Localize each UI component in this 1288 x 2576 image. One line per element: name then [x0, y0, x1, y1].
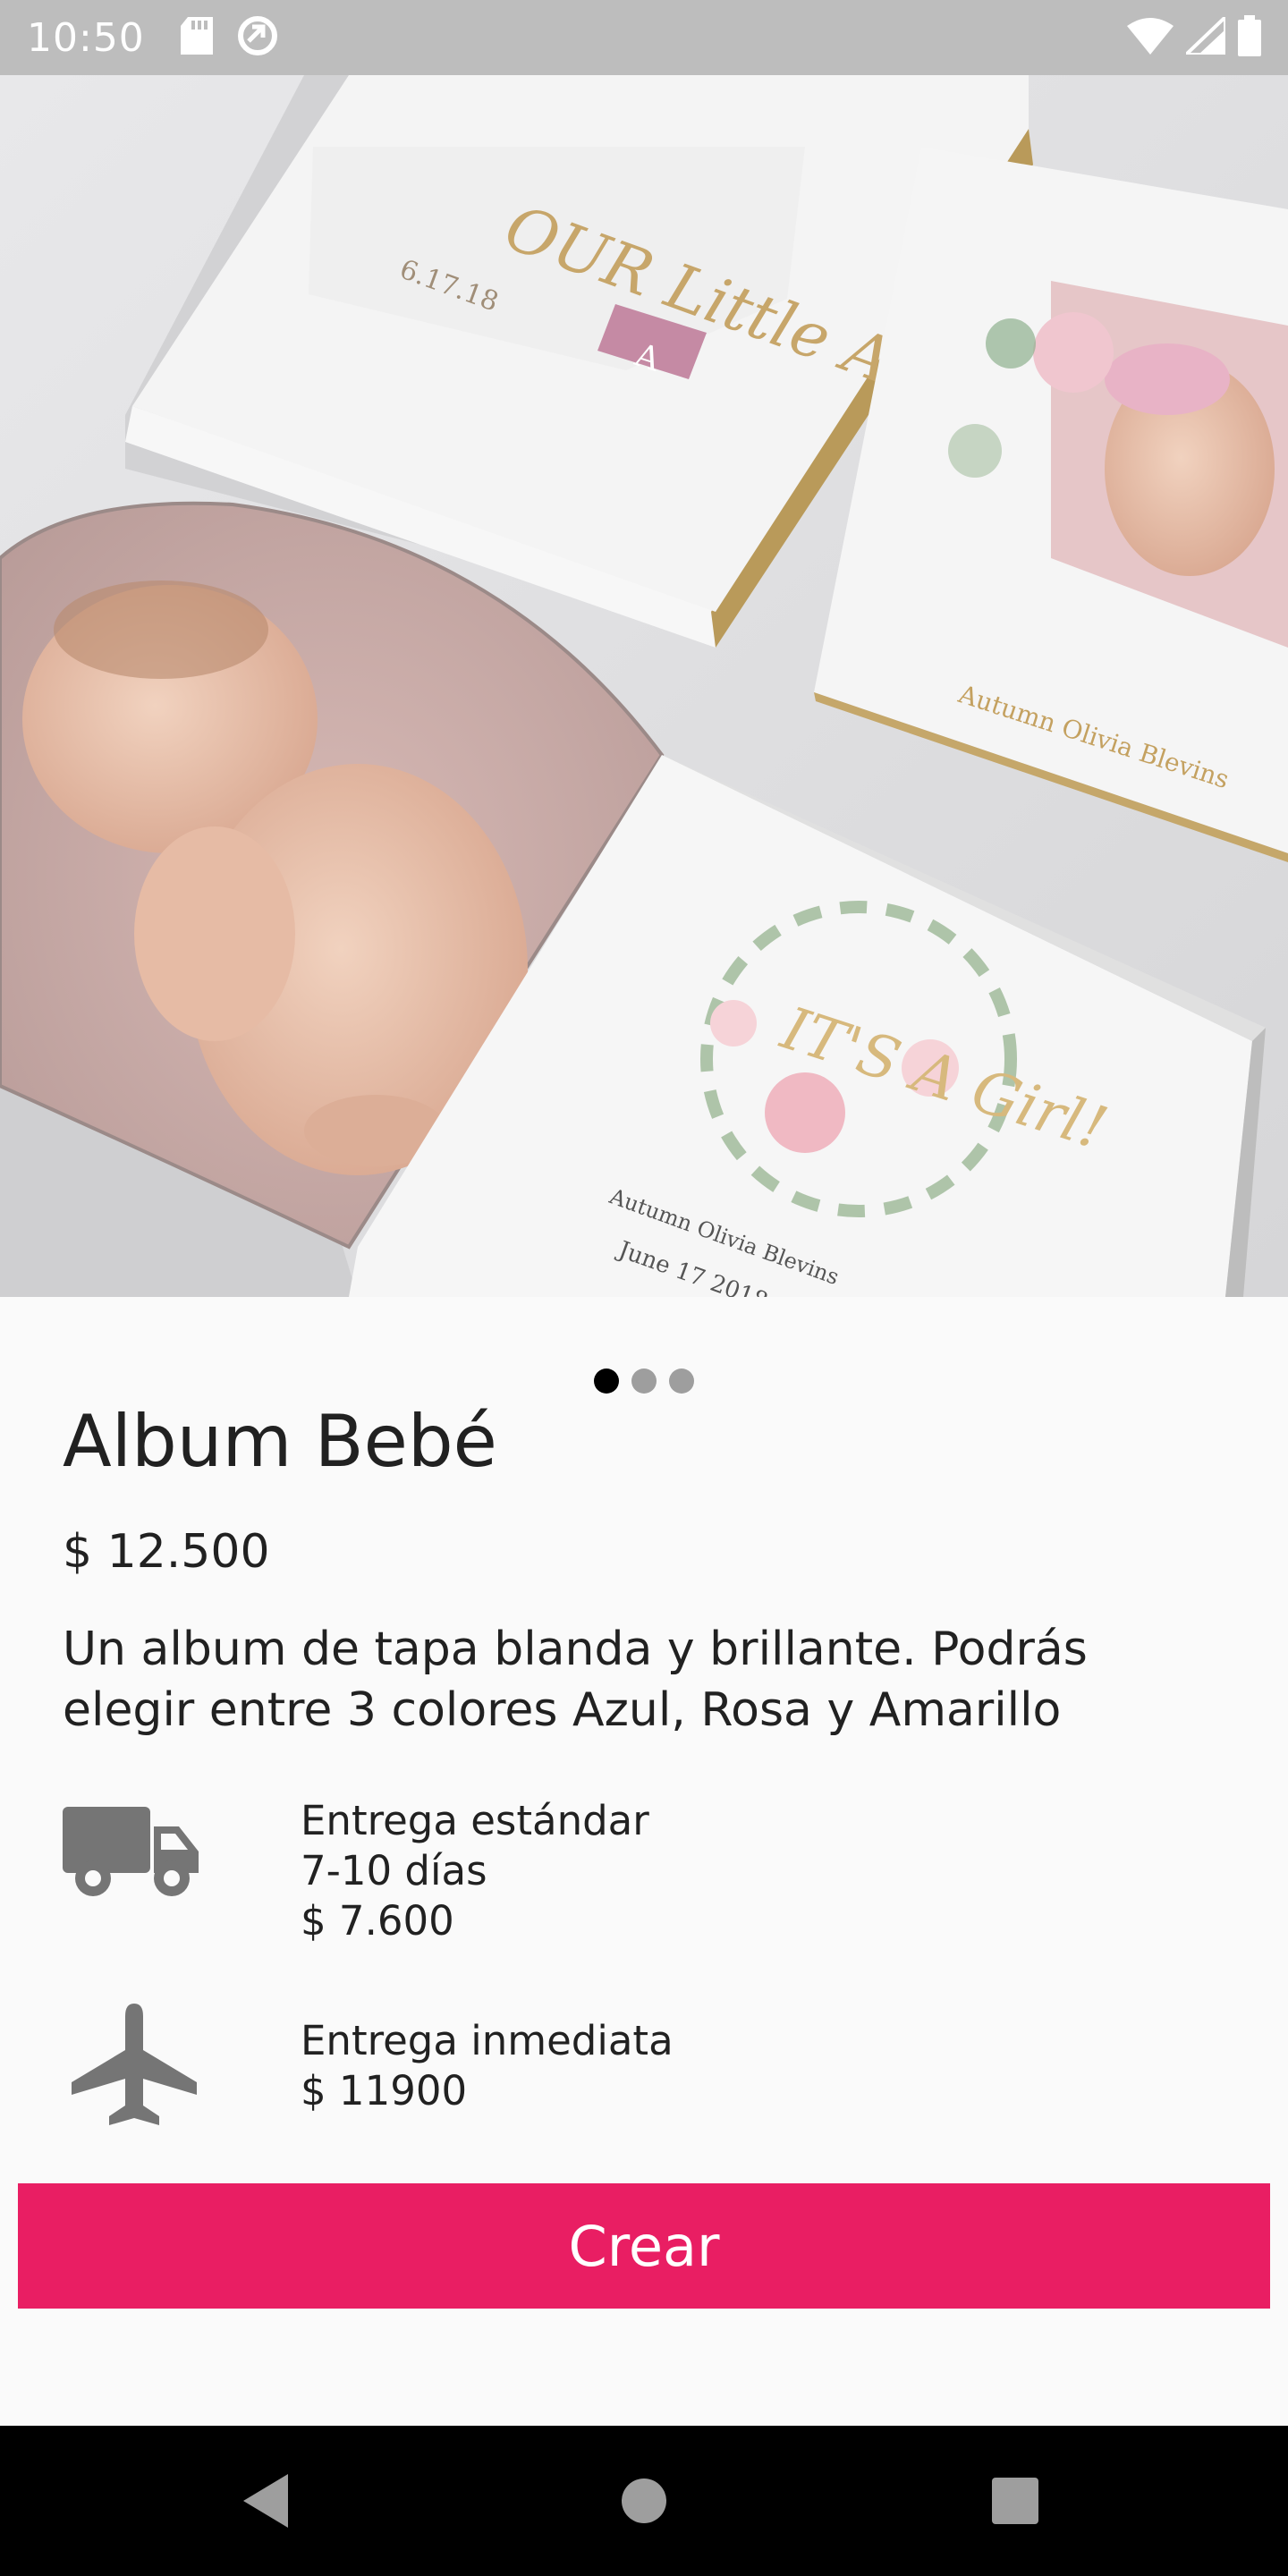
- wifi-icon: [1127, 17, 1174, 58]
- status-time: 10:50: [27, 14, 145, 61]
- create-button[interactable]: Crear: [18, 2183, 1270, 2309]
- signal-icon: [1182, 13, 1227, 58]
- shipping-immediate-price: $ 11900: [301, 2067, 468, 2114]
- image-pager-dots[interactable]: [0, 1368, 1288, 1394]
- system-nav-bar: [0, 2426, 1288, 2576]
- shipping-standard-name: Entrega estándar: [301, 1797, 649, 1844]
- airplane-icon: [72, 2004, 197, 2129]
- pager-dot-1[interactable]: [594, 1368, 619, 1394]
- pager-dot-2[interactable]: [631, 1368, 657, 1394]
- sd-card-icon: [180, 17, 213, 58]
- shipping-standard-price: $ 7.600: [301, 1897, 454, 1945]
- back-icon[interactable]: [197, 2426, 340, 2576]
- product-description: Un album de tapa blanda y brillante. Pod…: [63, 1623, 1088, 1737]
- sync-icon: [236, 14, 279, 61]
- shipping-immediate-name: Entrega inmediata: [301, 2017, 674, 2064]
- product-title: Album Bebé: [63, 1400, 497, 1483]
- battery-icon: [1238, 15, 1261, 60]
- home-icon[interactable]: [572, 2426, 716, 2576]
- status-bar: 10:50: [0, 0, 1288, 75]
- product-price: $ 12.500: [63, 1525, 270, 1579]
- recents-icon[interactable]: [944, 2426, 1087, 2576]
- shipping-standard-time: 7-10 días: [301, 1847, 487, 1894]
- pager-dot-3[interactable]: [669, 1368, 694, 1394]
- product-image[interactable]: OUR Little ANGEL 6.17.18 A Autumn Olivia…: [0, 75, 1288, 1297]
- truck-icon: [63, 1803, 199, 1905]
